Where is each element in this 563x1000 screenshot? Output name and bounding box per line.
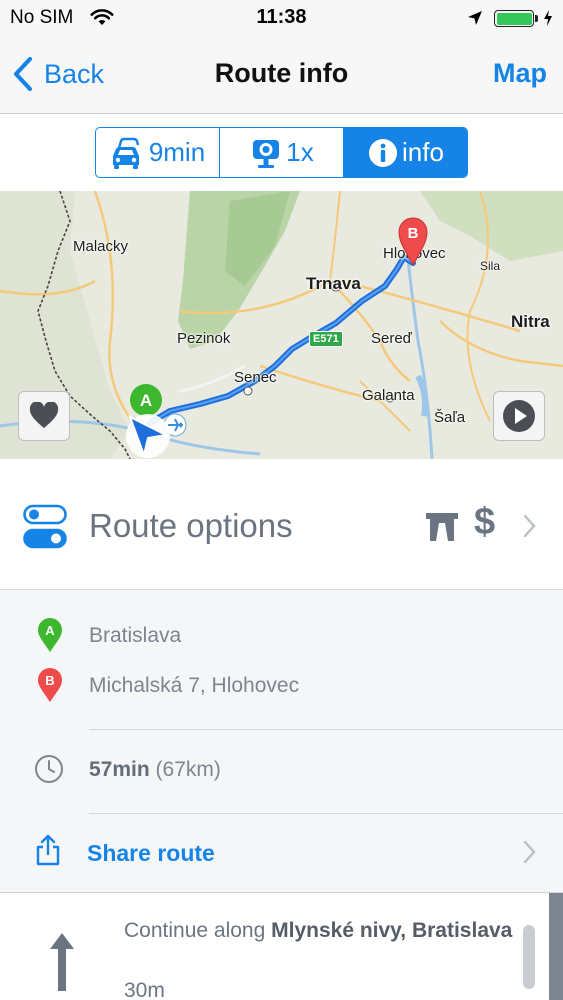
current-position-icon xyxy=(126,414,170,459)
destination-marker-letter: B xyxy=(408,225,419,242)
motorway-icon xyxy=(426,513,458,541)
map-label-sila: Sila xyxy=(480,259,501,273)
map-button[interactable]: Map xyxy=(493,58,547,89)
toggle-icon xyxy=(23,504,67,549)
tab-info-label: info xyxy=(402,137,444,167)
start-location: Bratislava xyxy=(89,624,182,647)
back-button[interactable]: Back xyxy=(12,56,104,92)
duration-time: 57min xyxy=(89,758,150,781)
tab-speed-cameras[interactable]: 1x xyxy=(219,128,343,177)
share-route-button[interactable]: Share route xyxy=(0,814,563,892)
instruction-distance: 30m xyxy=(124,979,165,1000)
chevron-right-icon xyxy=(523,840,536,864)
navigation-bar: Back Route info Map xyxy=(0,36,563,114)
simulate-route-button[interactable] xyxy=(493,391,545,441)
instruction-street: Mlynské nivy, Bratislava xyxy=(271,919,513,942)
dollar-icon: $ xyxy=(474,501,496,543)
heart-icon xyxy=(29,402,59,428)
share-icon xyxy=(36,834,60,866)
start-location-row: A Bratislava xyxy=(0,616,563,656)
road-badge-e571: E571 xyxy=(309,331,343,347)
route-info-tabs: 9min 1x info xyxy=(95,127,468,178)
instruction-row[interactable]: Continue along Mlynské nivy, Bratislava … xyxy=(0,893,563,1000)
route-options-label: Route options xyxy=(89,507,293,544)
destination-pin-letter: B xyxy=(45,673,54,688)
map-label-nitra: Nitra xyxy=(511,312,550,331)
chevron-left-icon xyxy=(13,56,33,92)
map-label-sered: Sereď xyxy=(371,330,412,347)
chevron-right-icon xyxy=(523,514,536,538)
play-icon xyxy=(503,400,535,432)
location-arrow-icon xyxy=(466,9,484,32)
route-options-row[interactable]: Route options $ xyxy=(0,459,563,590)
map-label-galanta: Galanta xyxy=(362,387,415,404)
traffic-car-icon xyxy=(112,137,139,169)
map-label-trnava: Trnava xyxy=(306,274,361,293)
share-route-label: Share route xyxy=(87,840,215,866)
scrollbar[interactable] xyxy=(549,893,563,1000)
clock-icon xyxy=(35,755,63,783)
map-canvas xyxy=(0,191,563,459)
battery-tip xyxy=(535,15,538,22)
map-label-pezinok: Pezinok xyxy=(177,330,231,347)
info-icon xyxy=(369,138,398,167)
destination-row: B Michalská 7, Hlohovec xyxy=(0,666,563,706)
start-pin-letter: A xyxy=(45,623,55,638)
back-label: Back xyxy=(44,58,105,89)
divider xyxy=(89,729,563,730)
instruction-prefix: Continue along xyxy=(124,919,266,942)
battery-icon xyxy=(494,10,534,27)
tab-traffic-label: 9min xyxy=(148,137,206,167)
destination-marker-b[interactable]: B xyxy=(397,215,429,267)
instruction-text: Continue along Mlynské nivy, Bratislava xyxy=(124,915,524,946)
map-label-malacky: Malacky xyxy=(73,238,129,255)
route-details: A Bratislava B Michalská 7, Hlohovec 57m… xyxy=(0,590,563,893)
straight-arrow-icon xyxy=(50,933,74,991)
destination-pin-icon: B xyxy=(38,668,62,702)
tab-info[interactable]: info xyxy=(343,128,467,177)
tab-speed-cameras-label: 1x xyxy=(286,137,314,167)
map-label-senec: Senec xyxy=(234,369,277,386)
destination-location: Michalská 7, Hlohovec xyxy=(89,674,300,697)
charging-bolt-icon xyxy=(542,9,554,32)
route-map[interactable]: Malacky Trnava Hlohovec Sila Nitra Pezin… xyxy=(0,191,563,459)
map-label-sala: Šaľa xyxy=(434,409,466,426)
speed-camera-icon xyxy=(253,139,280,168)
status-bar: No SIM 11:38 xyxy=(0,0,563,36)
duration-distance: (67km) xyxy=(155,758,221,781)
tab-traffic[interactable]: 9min xyxy=(96,128,219,177)
scroll-thumb[interactable] xyxy=(523,925,535,989)
favorite-button[interactable] xyxy=(18,391,70,441)
start-pin-icon: A xyxy=(38,618,62,652)
start-marker-letter: A xyxy=(140,391,152,410)
route-duration: 57min (67km) xyxy=(89,758,221,782)
